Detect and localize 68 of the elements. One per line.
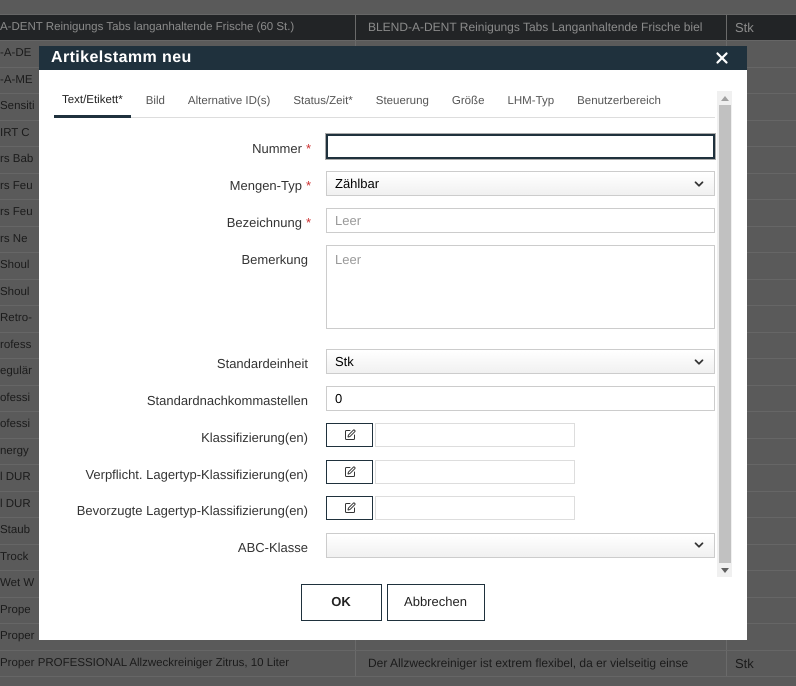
edit-button[interactable] xyxy=(326,423,373,447)
table-cell-text: l DUR xyxy=(0,496,31,512)
table-cell-text: nergy xyxy=(0,444,29,459)
table-cell-text: A-DENT Reinigungs Tabs langanhaltende Frische (60 St.) xyxy=(0,20,294,35)
tab[interactable]: Text/Etikett* xyxy=(54,92,131,118)
table-cell-text: Proper PROFESSIONAL Allzweckreiniger Zitrus, 10 Liter xyxy=(0,656,290,671)
table-cell-text: ofessi xyxy=(0,390,30,406)
table-cell-text: Sensiti xyxy=(0,99,35,114)
required-mark: * xyxy=(306,214,311,232)
edit-icon xyxy=(344,502,356,514)
edit-icon xyxy=(344,466,356,478)
table-row[interactable]: A-DENT Reinigungs Tabs langanhaltende Frische (60 St.) BLEND-A-DENT Reinigungs Tabs Langanhaltende Frische biel Stk xyxy=(0,14,796,41)
input-field[interactable] xyxy=(326,134,715,159)
table-cell-text: Proper xyxy=(0,629,35,644)
field-label: Standardnachkommastellen xyxy=(146,392,308,410)
required-mark: * xyxy=(306,140,311,158)
table-cell-text: rs Ne xyxy=(0,232,28,247)
dialog-button[interactable]: Abbrechen xyxy=(386,584,484,620)
table-cell-text: Wet W xyxy=(0,576,34,592)
edit-icon xyxy=(344,429,356,441)
table-cell-text: ofessi xyxy=(0,417,30,432)
field-label: Bevorzugte Lagertyp-Klassifizierung(en) xyxy=(76,502,308,520)
table-cell-text: Staub xyxy=(0,523,30,538)
table-cell-text: l DUR xyxy=(0,470,31,486)
field-label: Bezeichnung xyxy=(226,214,302,232)
tab[interactable]: Status/Zeit* xyxy=(285,92,361,118)
table-cell-text: egulär xyxy=(0,364,32,380)
input-field[interactable]: 0 xyxy=(326,386,715,411)
table-cell-text: Stk xyxy=(735,18,754,36)
tab[interactable]: Alternative ID(s) xyxy=(180,92,278,118)
required-mark: * xyxy=(306,177,311,195)
tab[interactable]: LHM-Typ xyxy=(499,92,562,118)
field-label: Mengen-Typ xyxy=(230,177,302,195)
dialog-button[interactable]: OK xyxy=(300,584,382,620)
edit-button[interactable] xyxy=(326,460,373,484)
tab[interactable]: Bild xyxy=(138,92,173,118)
tab[interactable]: Benutzerbereich xyxy=(569,92,669,118)
scrollbar-thumb[interactable] xyxy=(718,105,730,563)
edit-button[interactable] xyxy=(326,496,373,520)
table-cell-text: rs Feu xyxy=(0,205,33,220)
field-label: Standardeinheit xyxy=(216,355,308,373)
table-cell-text: BLEND-A-DENT Reinigungs Tabs Langanhaltende Frische biel xyxy=(368,19,702,36)
dialog-title: Artikelstamm neu xyxy=(51,48,192,68)
table-cell-text: IRT C xyxy=(0,126,30,141)
table-cell-text: -A-ME xyxy=(0,72,33,88)
scrollbar[interactable] xyxy=(717,91,732,577)
field-label: ABC-Klasse xyxy=(238,538,308,556)
select-field[interactable]: Zählbar xyxy=(326,171,715,196)
table-cell-text: Retro- xyxy=(0,311,32,326)
field-label: Verpflicht. Lagertyp-Klassifizierung(en) xyxy=(85,466,308,484)
tab[interactable]: Steuerung xyxy=(368,92,437,118)
table-cell-text: Prope xyxy=(0,602,31,618)
table-cell-text: rs Feu xyxy=(0,178,33,194)
table-cell-text: Shoul xyxy=(0,258,30,274)
field-label: Bemerkung xyxy=(242,251,308,269)
table-cell-text: Stk xyxy=(735,654,754,672)
tab[interactable]: Größe xyxy=(444,92,492,118)
field-label: Nummer xyxy=(252,140,302,158)
table-cell-text: rs Bab xyxy=(0,152,34,168)
select-field[interactable] xyxy=(326,532,715,558)
table-cell-text: Shoul xyxy=(0,284,30,300)
text-area[interactable]: Leer xyxy=(326,245,715,329)
table-cell-text: rofess xyxy=(0,338,32,353)
table-cell-text: Trock xyxy=(0,550,28,565)
table-cell-text: Der Allzweckreiniger ist extrem flexibel, da er vielseitig einse xyxy=(368,655,688,672)
field-label: Klassifizierung(en) xyxy=(201,429,308,447)
select-field[interactable]: Stk xyxy=(326,349,715,374)
table-cell-text: -A-DE xyxy=(0,46,32,62)
